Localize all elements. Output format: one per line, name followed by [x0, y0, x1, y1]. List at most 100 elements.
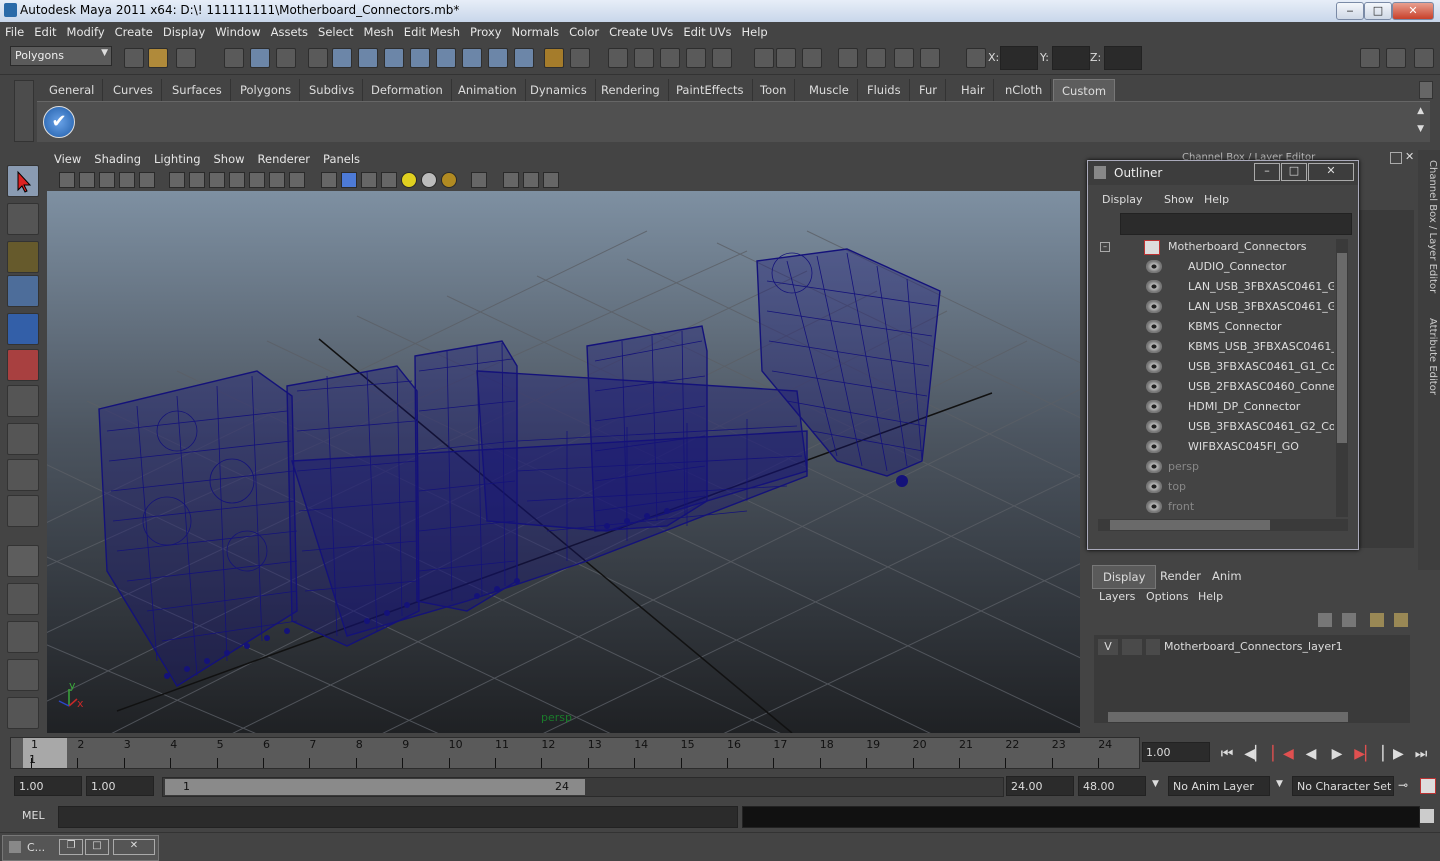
menu-mesh[interactable]: Mesh	[359, 22, 399, 39]
outliner-menu-show[interactable]: Show	[1164, 193, 1194, 206]
mel-input[interactable]	[58, 806, 738, 828]
select-by-misc-icon[interactable]	[514, 48, 534, 68]
custom-shelf-check-icon[interactable]: ✔	[43, 106, 75, 138]
step-back-frame-button[interactable]: ▏◀	[1272, 744, 1294, 764]
shelf-tab-polygons[interactable]: Polygons	[232, 79, 301, 101]
channel-box-float-icon[interactable]	[1390, 152, 1402, 164]
range-slider-handle[interactable]	[165, 779, 585, 795]
vp-menu-view[interactable]: View	[47, 150, 87, 166]
resolution-gate-icon[interactable]	[209, 172, 225, 188]
vp-menu-panels[interactable]: Panels	[316, 150, 366, 166]
shelf-tab-dynamics[interactable]: Dynamics	[522, 79, 596, 101]
menu-modify[interactable]: Modify	[62, 22, 110, 39]
shelf-tab-muscle[interactable]: Muscle	[801, 79, 858, 101]
select-hierarchy-icon[interactable]	[224, 48, 244, 68]
make-live-icon[interactable]	[712, 48, 732, 68]
hypershade-icon[interactable]	[894, 48, 914, 68]
vp-menu-show[interactable]: Show	[207, 150, 251, 166]
isolate-select-icon[interactable]	[471, 172, 487, 188]
new-scene-icon[interactable]	[124, 48, 144, 68]
anim-layer-dropdown[interactable]: No Anim Layer	[1168, 776, 1270, 796]
layer-type-toggle[interactable]	[1122, 639, 1142, 655]
select-by-dynamic-icon[interactable]	[462, 48, 482, 68]
go-to-end-button[interactable]: ⏭	[1410, 744, 1432, 764]
x-field[interactable]	[1000, 46, 1038, 70]
play-forwards-button[interactable]: ▶	[1326, 744, 1348, 764]
select-by-deform-icon[interactable]	[436, 48, 456, 68]
minimized-window[interactable]: C... ❐ □ ✕	[2, 835, 159, 861]
play-backwards-button[interactable]: ◀	[1300, 744, 1322, 764]
snap-grid-icon[interactable]	[608, 48, 628, 68]
menu-edit-mesh[interactable]: Edit Mesh	[399, 22, 465, 39]
textured-icon[interactable]	[381, 172, 397, 188]
character-set-dropdown[interactable]: No Character Set	[1292, 776, 1394, 796]
paint-select-tool-icon[interactable]	[7, 241, 39, 273]
lock-selection-icon[interactable]	[544, 48, 564, 68]
playback-start-field[interactable]: 1.00	[86, 776, 154, 796]
highlight-selection-icon[interactable]	[570, 48, 590, 68]
shelf-menu-handle[interactable]	[14, 80, 34, 142]
range-slider[interactable]: 1 24	[162, 777, 1004, 797]
time-slider[interactable]: 1 1 2 3 4 5 6 7 8 9 10 11 12 13 14 15 16 17 18 19 20 21 22 23 2…	[10, 737, 1140, 769]
menu-display[interactable]: Display	[158, 22, 210, 39]
outliner-vscrollbar[interactable]	[1336, 239, 1348, 517]
rotate-tool-icon[interactable]	[7, 313, 39, 345]
shelf-tab-deformation[interactable]: Deformation	[363, 79, 452, 101]
snap-view-plane-icon[interactable]	[686, 48, 706, 68]
grid-toggle-icon[interactable]	[169, 172, 185, 188]
current-time-field[interactable]: 1.00	[1142, 742, 1210, 762]
render-current-frame-icon[interactable]	[802, 48, 822, 68]
mel-label[interactable]: MEL	[22, 809, 45, 822]
wireframe-on-shaded-icon[interactable]	[361, 172, 377, 188]
outliner-window[interactable]: Outliner – □ ✕ Display Show Help – Mothe…	[1087, 160, 1359, 550]
anim-end-field[interactable]: 48.00	[1078, 776, 1146, 796]
shelf-tab-fur[interactable]: Fur	[911, 79, 947, 101]
universal-manipulator-icon[interactable]	[7, 385, 39, 417]
outliner-vscroll-thumb[interactable]	[1337, 253, 1347, 443]
layer-visibility-toggle[interactable]: V	[1098, 639, 1118, 655]
move-layer-up-icon[interactable]	[1318, 613, 1332, 627]
show-manipulator-icon[interactable]	[7, 459, 39, 491]
shelf-tab-general[interactable]: General	[41, 79, 104, 101]
menu-edit[interactable]: Edit	[29, 22, 61, 39]
step-forward-key-button[interactable]: ▏▶	[1382, 744, 1404, 764]
key-icon[interactable]: ⊸	[1398, 778, 1408, 792]
ipr-render-icon[interactable]	[838, 48, 858, 68]
snap-point-icon[interactable]	[660, 48, 680, 68]
menu-create[interactable]: Create	[110, 22, 158, 39]
shelf-scroll-down-icon[interactable]: ▼	[1417, 124, 1424, 134]
snap-curve-icon[interactable]	[634, 48, 654, 68]
shelf-tab-hair[interactable]: Hair	[953, 79, 994, 101]
grease-pencil-icon[interactable]	[139, 172, 155, 188]
y-field[interactable]	[1052, 46, 1090, 70]
tab-attribute-editor[interactable]: Attribute Editor	[1420, 318, 1438, 395]
preferences-icon[interactable]	[1420, 778, 1436, 794]
maximize-icon[interactable]: □	[85, 839, 109, 855]
show-hide-channel-box-icon[interactable]	[1360, 48, 1380, 68]
shelf-tab-custom[interactable]: Custom	[1053, 79, 1116, 103]
shelf-scroll-up-icon[interactable]: ▲	[1417, 106, 1424, 116]
open-scene-icon[interactable]	[148, 48, 168, 68]
chevron-down-icon[interactable]: ▼	[1152, 779, 1159, 789]
lasso-tool-icon[interactable]	[7, 203, 39, 235]
outliner-filter-input[interactable]	[1120, 213, 1352, 235]
outliner-minimize-button[interactable]: –	[1254, 163, 1280, 181]
layer-color-swatch[interactable]	[1146, 639, 1160, 655]
restore-icon[interactable]: ❐	[59, 839, 83, 855]
outliner-menu-display[interactable]: Display	[1102, 193, 1143, 206]
close-button[interactable]: ✕	[1392, 2, 1434, 20]
vp-menu-lighting[interactable]: Lighting	[147, 150, 206, 166]
menu-help[interactable]: Help	[737, 22, 773, 39]
menu-select[interactable]: Select	[313, 22, 358, 39]
persp-viewport[interactable]: y x persp	[47, 191, 1080, 733]
field-chart-icon[interactable]	[249, 172, 265, 188]
select-by-handle-icon[interactable]	[332, 48, 352, 68]
shelf-tab-surfaces[interactable]: Surfaces	[164, 79, 231, 101]
shelf-tab-animation[interactable]: Animation	[450, 79, 526, 101]
four-view-layout-icon[interactable]	[7, 583, 39, 615]
channel-box-close-icon[interactable]: ✕	[1405, 150, 1414, 163]
maximize-button[interactable]: □	[1364, 2, 1392, 20]
script-editor-icon[interactable]	[1420, 809, 1434, 823]
menu-window[interactable]: Window	[210, 22, 265, 39]
select-object-icon[interactable]	[250, 48, 270, 68]
